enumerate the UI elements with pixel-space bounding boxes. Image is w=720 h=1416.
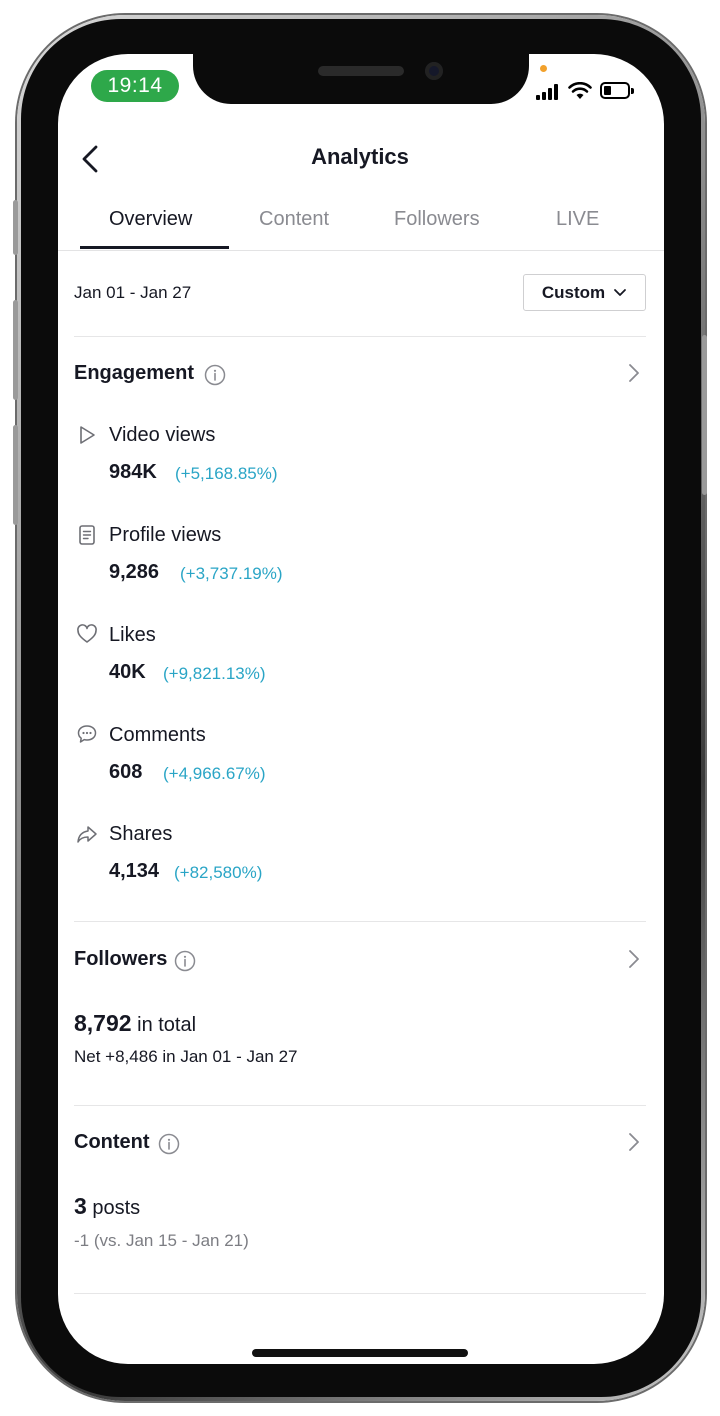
active-tab-indicator xyxy=(80,246,229,249)
status-time: 19:14 xyxy=(91,70,179,102)
metric-value-video-views: 984K xyxy=(109,461,157,483)
side-button xyxy=(13,425,18,525)
metric-label-likes: Likes xyxy=(109,624,156,646)
metric-label-comments: Comments xyxy=(109,724,206,746)
custom-date-dropdown[interactable]: Custom xyxy=(523,274,646,311)
metric-value-shares: 4,134 xyxy=(109,860,160,882)
heart-icon xyxy=(77,624,97,643)
page-title: Analytics xyxy=(311,144,409,169)
metric-label-video-views: Video views xyxy=(109,424,216,446)
engagement-title[interactable]: Engagement xyxy=(74,362,194,385)
chevron-right-icon[interactable] xyxy=(627,362,641,384)
tab-overview[interactable]: Overview xyxy=(109,208,192,231)
side-button xyxy=(702,335,707,495)
chevron-right-icon[interactable] xyxy=(627,948,641,970)
notch xyxy=(193,44,529,104)
divider xyxy=(74,921,646,922)
date-range-label: Jan 01 - Jan 27 xyxy=(74,283,192,302)
metric-label-shares: Shares xyxy=(109,823,173,845)
metric-value-profile-views: 9,286 xyxy=(109,561,160,583)
content-posts-count: 3 xyxy=(74,1193,87,1219)
divider xyxy=(74,1293,646,1294)
speaker xyxy=(318,66,404,76)
custom-date-label: Custom xyxy=(541,282,606,302)
comment-icon xyxy=(77,725,97,743)
content-comparison: -1 (vs. Jan 15 - Jan 21) xyxy=(74,1231,249,1250)
metric-value-likes: 40K xyxy=(109,661,146,683)
tab-live[interactable]: LIVE xyxy=(556,208,599,231)
front-camera xyxy=(425,62,443,80)
chevron-down-icon xyxy=(614,288,627,296)
followers-total-suffix: in total xyxy=(137,1014,197,1036)
wifi-icon xyxy=(568,82,592,99)
followers-title[interactable]: Followers xyxy=(74,948,167,971)
metric-value-comments: 608 xyxy=(109,761,143,783)
side-button xyxy=(13,200,18,255)
play-icon xyxy=(80,426,95,444)
info-icon[interactable] xyxy=(158,1133,180,1155)
content-title[interactable]: Content xyxy=(74,1131,150,1154)
followers-net: Net +8,486 in Jan 01 - Jan 27 xyxy=(74,1047,298,1066)
share-icon xyxy=(77,826,97,843)
cellular-signal-icon xyxy=(536,84,560,100)
followers-total: 8,792 xyxy=(74,1010,132,1036)
side-button xyxy=(13,300,18,400)
info-icon[interactable] xyxy=(204,364,226,386)
content-posts-row: 3 posts xyxy=(74,1193,140,1220)
metric-label-profile-views: Profile views xyxy=(109,524,222,546)
metric-change-comments: (+4,966.67%) xyxy=(163,764,266,783)
metric-change-profile-views: (+3,737.19%) xyxy=(180,564,283,583)
metric-change-shares: (+82,580%) xyxy=(174,863,263,882)
privacy-indicator-dot xyxy=(540,65,547,72)
followers-total-row: 8,792 in total xyxy=(74,1010,196,1037)
chevron-right-icon[interactable] xyxy=(627,1131,641,1153)
tab-content[interactable]: Content xyxy=(259,208,329,231)
metric-change-likes: (+9,821.13%) xyxy=(163,664,266,683)
divider xyxy=(74,336,646,337)
content-posts-suffix: posts xyxy=(92,1197,141,1219)
profile-doc-icon xyxy=(79,525,95,545)
battery-icon xyxy=(600,82,634,99)
divider xyxy=(74,1105,646,1106)
metric-change-video-views: (+5,168.85%) xyxy=(175,464,278,483)
home-indicator[interactable] xyxy=(252,1349,468,1357)
tab-followers[interactable]: Followers xyxy=(394,208,480,231)
info-icon[interactable] xyxy=(174,950,196,972)
